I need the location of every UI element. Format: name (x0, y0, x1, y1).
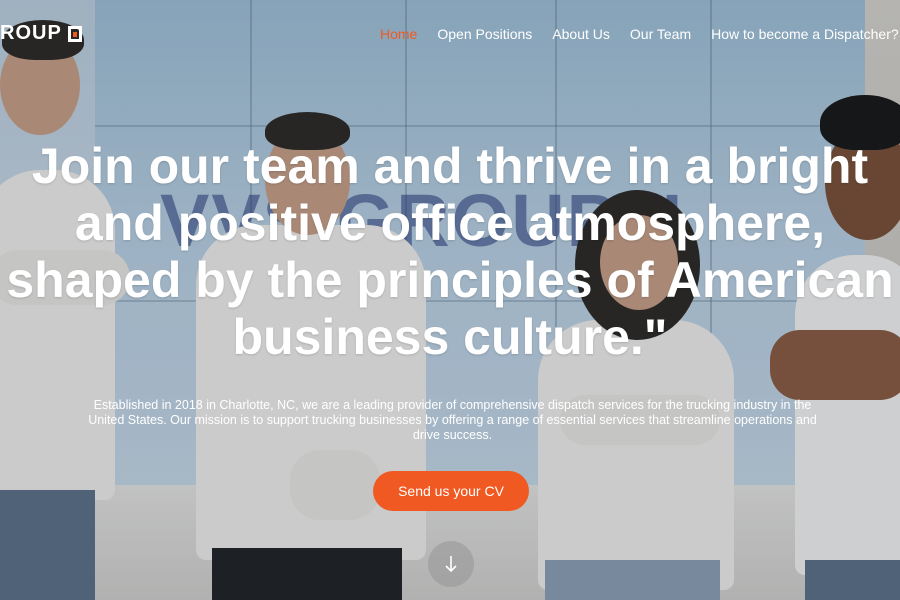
logo-text: ROUP (0, 22, 62, 44)
nav-item-open-positions[interactable]: Open Positions (437, 26, 532, 42)
send-cv-button[interactable]: Send us your CV (373, 471, 529, 511)
scroll-down-button[interactable] (428, 541, 474, 587)
arrow-down-icon (445, 556, 457, 573)
nav-item-about-us[interactable]: About Us (552, 26, 610, 42)
hero-section: VVS GROUP II ROUP Home Open Positions Ab… (0, 0, 900, 600)
nav-item-our-team[interactable]: Our Team (630, 26, 691, 42)
nav-item-home[interactable]: Home (380, 26, 417, 42)
nav-item-how-to-become-dispatcher[interactable]: How to become a Dispatcher? (711, 26, 899, 42)
hero-description: Established in 2018 in Charlotte, NC, we… (88, 398, 817, 442)
hero-headline: Join our team and thrive in a bright and… (6, 138, 894, 365)
main-nav: Home Open Positions About Us Our Team Ho… (380, 26, 899, 42)
site-logo[interactable]: ROUP (0, 22, 82, 45)
logo-mark-icon (67, 25, 82, 42)
